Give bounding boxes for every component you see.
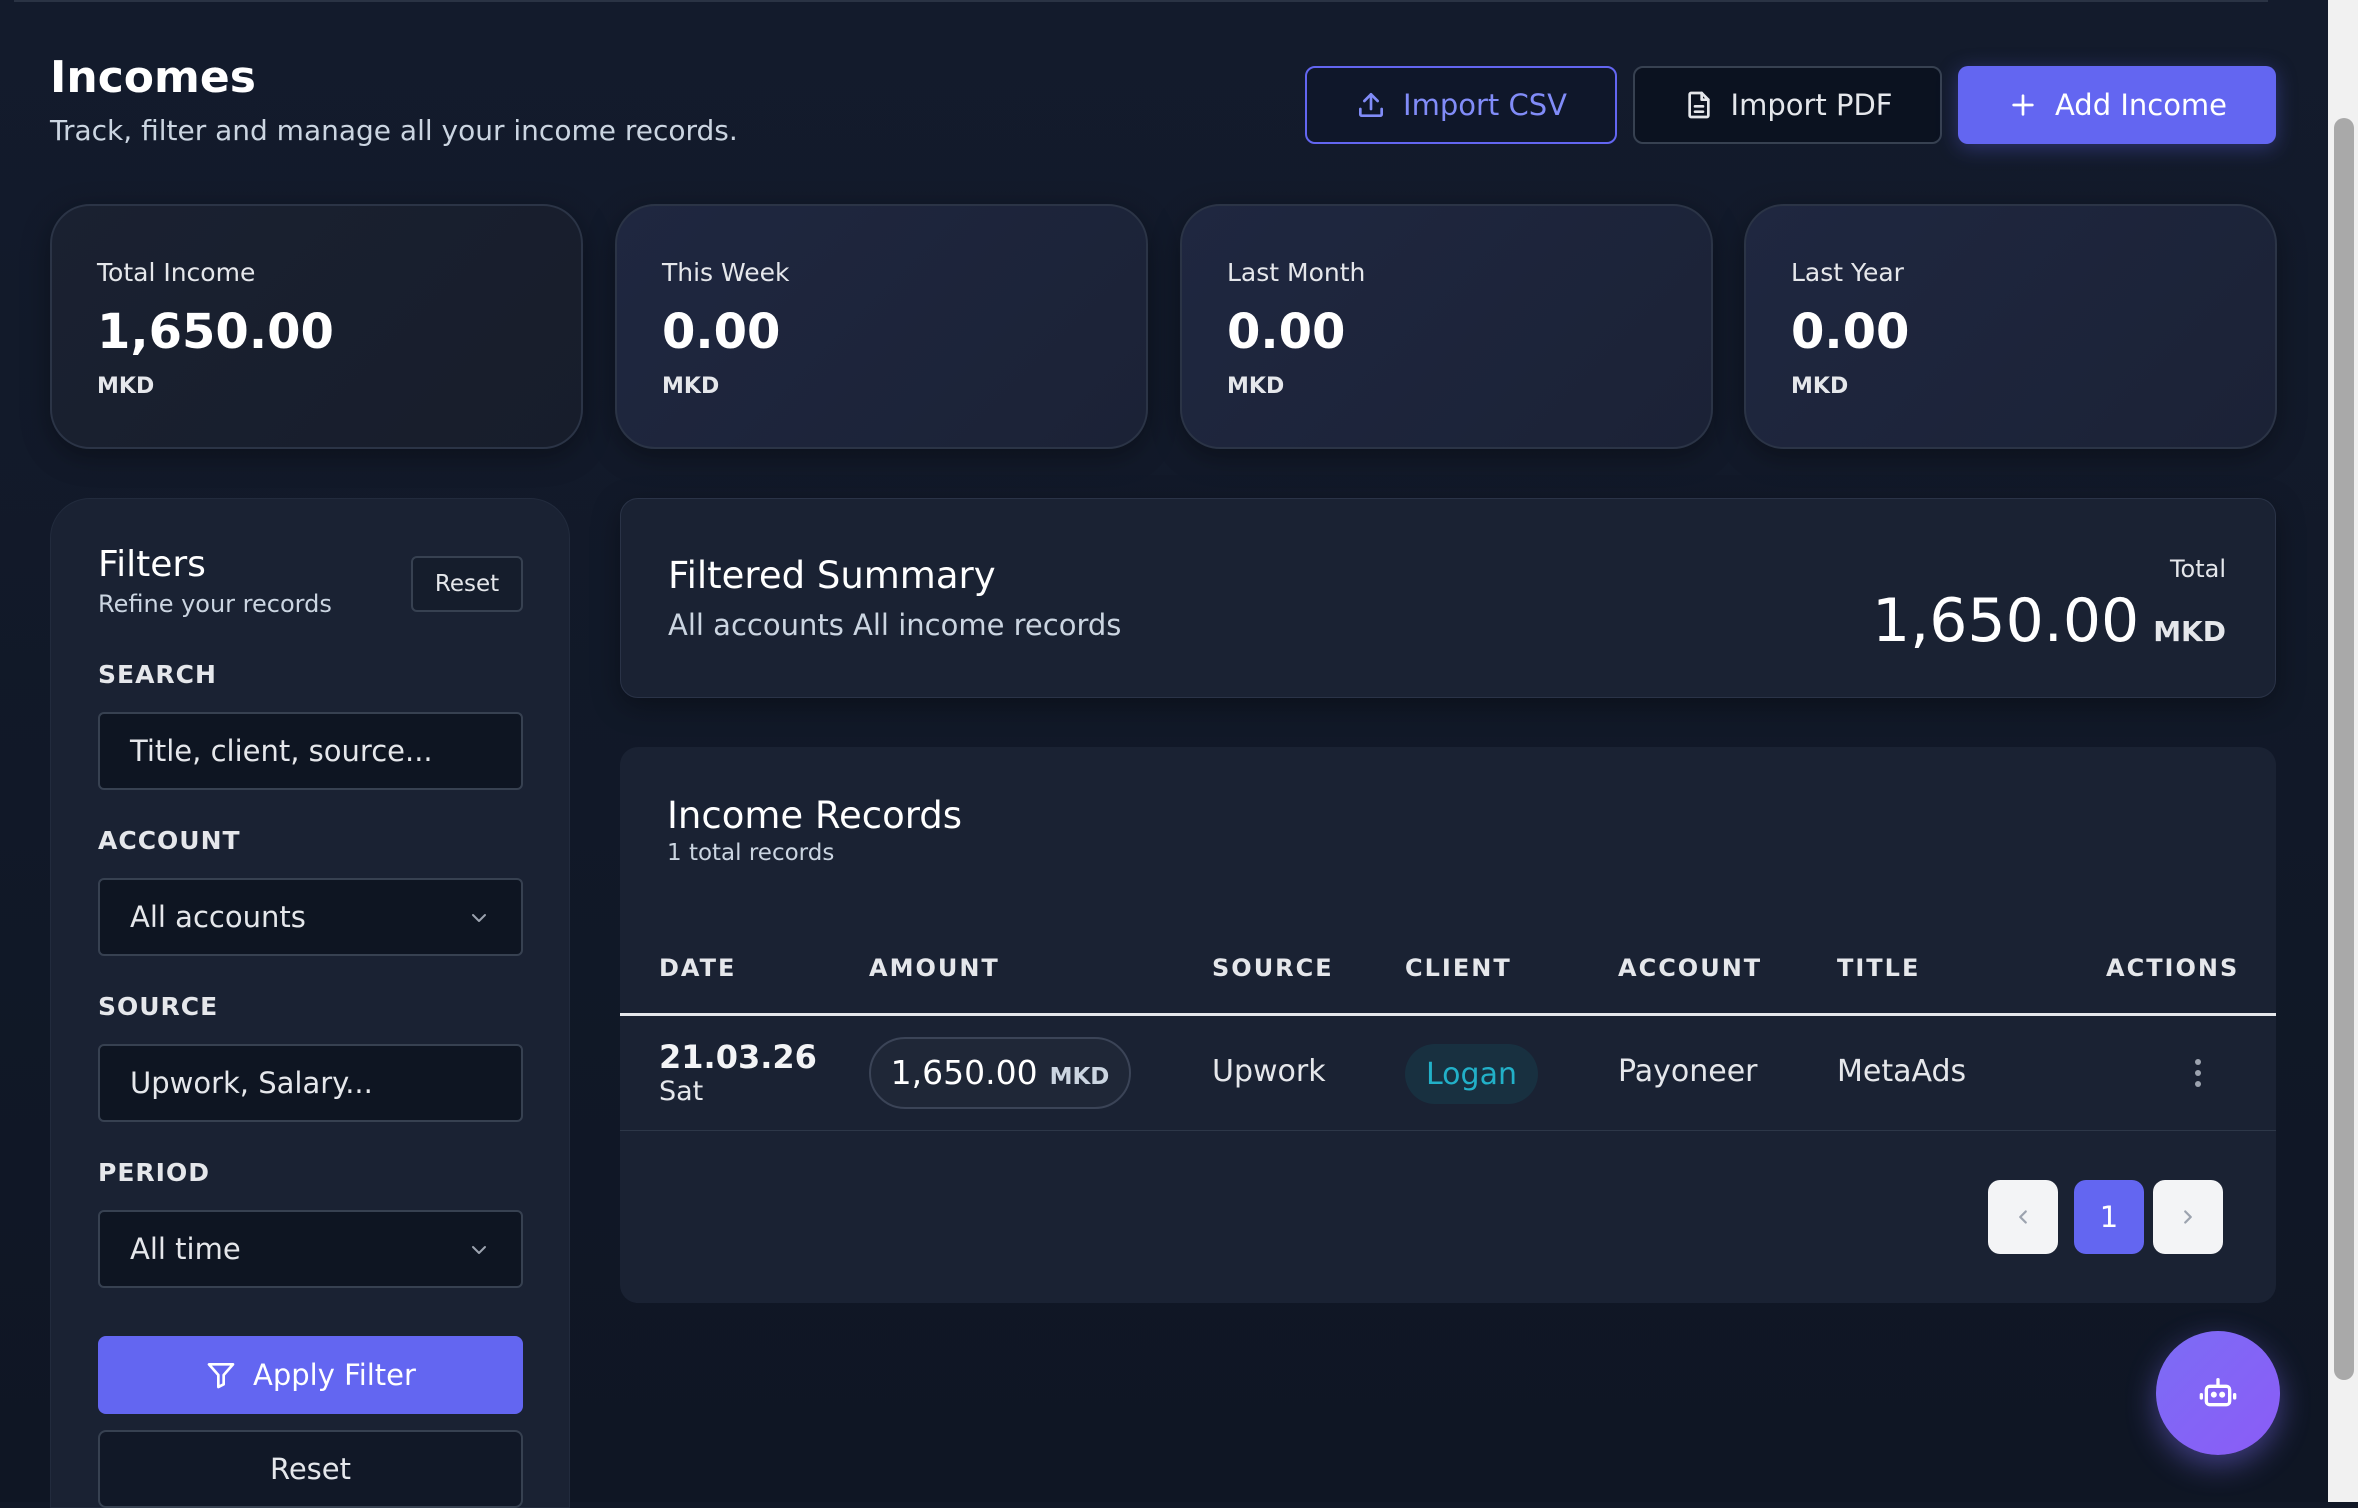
stat-label: This Week [662, 258, 790, 287]
column-header-client: CLIENT [1405, 954, 1512, 982]
upload-icon [1359, 93, 1384, 117]
source-placeholder: Upwork, Salary... [130, 1066, 373, 1100]
table-row-divider [620, 1130, 2276, 1131]
more-actions-icon[interactable] [2186, 1056, 2210, 1090]
stat-label: Total Income [97, 258, 256, 287]
records-title: Income Records [667, 794, 963, 837]
row-client-badge: Logan [1405, 1044, 1538, 1104]
column-header-actions: ACTIONS [2106, 954, 2240, 982]
add-income-label: Add Income [2054, 88, 2228, 122]
stat-label: Last Year [1791, 258, 1904, 287]
import-pdf-label: Import PDF [1730, 88, 1893, 122]
stat-card-last-year: Last Year 0.00 MKD [1744, 204, 2277, 449]
row-day: Sat [659, 1076, 704, 1107]
column-header-account: ACCOUNT [1618, 954, 1763, 982]
robot-icon [2199, 1378, 2237, 1407]
filters-title: Filters [98, 544, 206, 585]
column-header-amount: AMOUNT [869, 954, 1000, 982]
column-header-date: DATE [659, 954, 737, 982]
records-count: 1 total records [667, 840, 835, 866]
stat-currency: MKD [1791, 374, 1849, 399]
chevron-down-icon [472, 914, 486, 922]
row-amount-currency: MKD [1049, 1064, 1110, 1090]
row-account: Payoneer [1618, 1054, 1758, 1089]
account-label: ACCOUNT [98, 826, 241, 855]
search-placeholder: Title, client, source... [130, 734, 433, 768]
source-label: SOURCE [98, 992, 219, 1021]
search-input[interactable]: Title, client, source... [98, 712, 523, 790]
source-input[interactable]: Upwork, Salary... [98, 1044, 523, 1122]
summary-subtitle: All accounts All income records [668, 608, 1122, 642]
stat-currency: MKD [662, 374, 720, 399]
summary-title: Filtered Summary [668, 554, 996, 597]
summary-total-label: Total [2169, 555, 2226, 583]
account-select[interactable]: All accounts [98, 878, 523, 956]
import-csv-label: Import CSV [1403, 88, 1567, 122]
add-income-button[interactable]: Add Income [1958, 66, 2276, 144]
table-header-divider [620, 1013, 2276, 1016]
pagination-prev-button[interactable] [1988, 1180, 2058, 1254]
period-select[interactable]: All time [98, 1210, 523, 1288]
row-amount: 1,650.00 MKD [869, 1037, 1131, 1109]
pagination-page-button[interactable]: 1 [2074, 1180, 2144, 1254]
row-source: Upwork [1212, 1054, 1326, 1089]
stat-value: 0.00 [662, 304, 781, 360]
scrollbar-thumb[interactable] [2334, 118, 2354, 1380]
stat-card-total-income: Total Income 1,650.00 MKD [50, 204, 583, 449]
filters-subtitle: Refine your records [98, 590, 332, 618]
period-label: PERIOD [98, 1158, 210, 1187]
assistant-fab-button[interactable] [2156, 1331, 2280, 1455]
account-select-value: All accounts [130, 900, 306, 934]
filter-icon [207, 1363, 235, 1389]
chevron-down-icon [472, 1246, 486, 1254]
row-date: 21.03.26 [659, 1038, 817, 1076]
stat-card-this-week: This Week 0.00 MKD [615, 204, 1148, 449]
page-title: Incomes [50, 52, 256, 103]
stat-currency: MKD [97, 374, 155, 399]
page: Incomes Track, filter and manage all you… [0, 0, 2358, 1508]
stat-value: 1,650.00 [97, 304, 334, 360]
row-amount-value: 1,650.00 [890, 1053, 1038, 1092]
row-title: MetaAds [1837, 1054, 1967, 1089]
page-subtitle: Track, filter and manage all your income… [50, 114, 738, 147]
search-label: SEARCH [98, 660, 217, 689]
column-header-title: TITLE [1837, 954, 1921, 982]
page-scrollbar[interactable] [2328, 0, 2358, 1502]
summary-total-value: 1,650.00 [1872, 586, 2140, 656]
file-icon [1687, 91, 1710, 119]
stat-value: 0.00 [1791, 304, 1910, 360]
summary-total-currency: MKD [2153, 615, 2226, 648]
column-header-source: SOURCE [1212, 954, 1334, 982]
apply-filter-label: Apply Filter [253, 1358, 416, 1392]
period-select-value: All time [130, 1232, 241, 1266]
top-divider [14, 0, 2268, 2]
import-csv-button[interactable]: Import CSV [1305, 66, 1617, 144]
stat-label: Last Month [1227, 258, 1366, 287]
stat-card-last-month: Last Month 0.00 MKD [1180, 204, 1713, 449]
import-pdf-button[interactable]: Import PDF [1633, 66, 1942, 144]
stat-currency: MKD [1227, 374, 1285, 399]
filters-reset-button[interactable]: Reset [411, 556, 523, 612]
plus-icon [2012, 94, 2034, 116]
apply-filter-button[interactable]: Apply Filter [98, 1336, 523, 1414]
reset-filters-button[interactable]: Reset [98, 1430, 523, 1508]
summary-total: 1,650.00 MKD [1872, 586, 2226, 656]
pagination-next-button[interactable] [2153, 1180, 2223, 1254]
chevron-left-icon [2019, 1210, 2027, 1224]
stat-value: 0.00 [1227, 304, 1346, 360]
chevron-right-icon [2184, 1210, 2192, 1224]
